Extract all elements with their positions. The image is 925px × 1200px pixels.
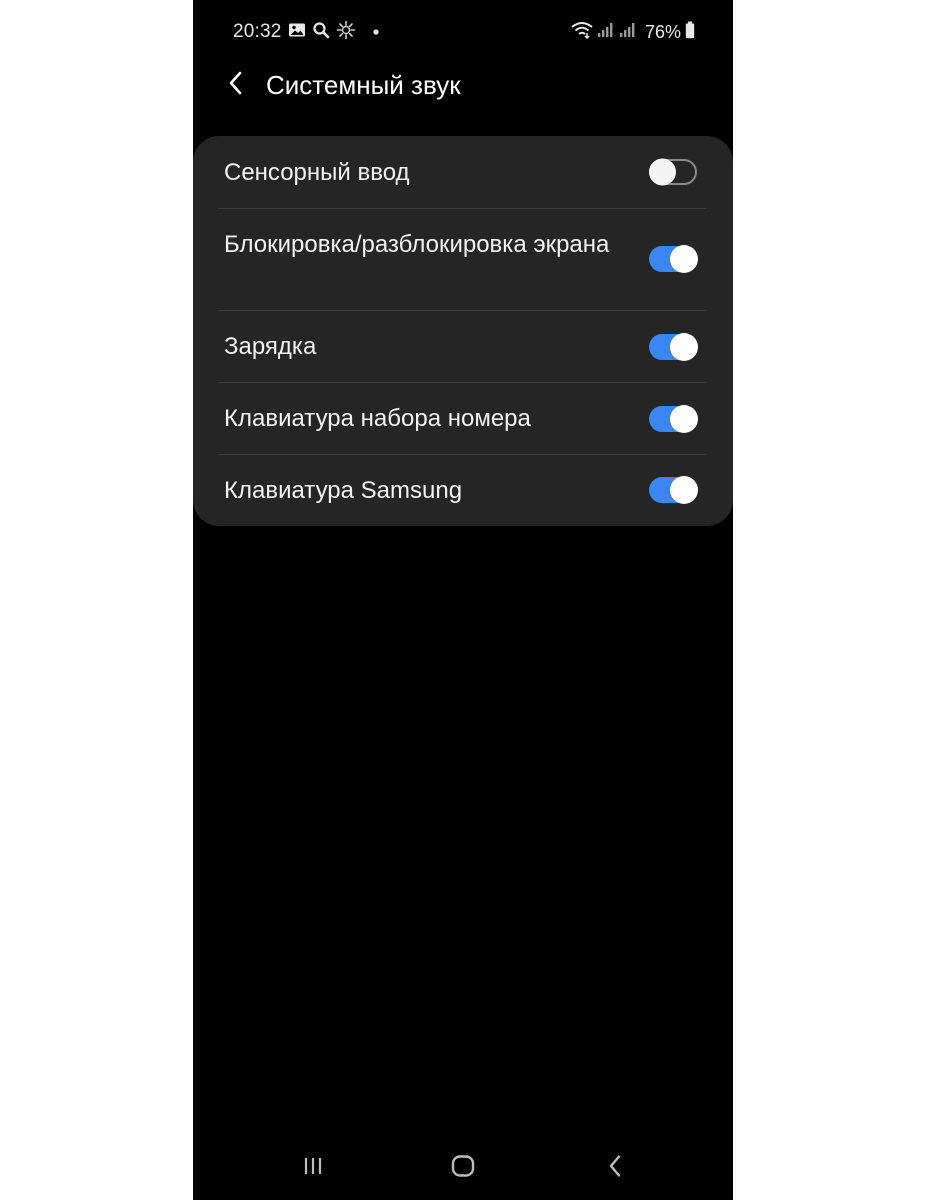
toggle-knob [670, 245, 698, 273]
toggle-switch[interactable] [649, 333, 698, 361]
setting-label: Клавиатура набора номера [224, 405, 531, 432]
status-left: 20:32 [233, 20, 380, 44]
toggle-switch[interactable] [649, 405, 698, 433]
back-button[interactable] [219, 68, 253, 102]
wifi-icon [571, 21, 593, 44]
setting-row-dialing-keypad[interactable]: Клавиатура набора номера [193, 383, 733, 454]
toggle-knob [670, 405, 698, 433]
dot-icon [372, 23, 380, 41]
toggle-knob [670, 333, 698, 361]
phone-screen: 20:32 76% Системный звук Сенсорный ввод … [193, 0, 733, 1200]
toggle-switch[interactable] [649, 245, 698, 273]
chevron-left-icon [228, 70, 244, 101]
home-button[interactable] [443, 1152, 483, 1184]
setting-row-touch-input[interactable]: Сенсорный ввод [193, 136, 733, 208]
signal-icon [597, 22, 615, 43]
settings-card: Сенсорный ввод Блокировка/разблокировка … [193, 136, 733, 526]
status-right: 76% [571, 20, 695, 44]
setting-label: Клавиатура Samsung [224, 477, 463, 504]
status-time: 20:32 [233, 21, 282, 42]
app-bar: Системный звук [193, 60, 733, 110]
back-icon [607, 1154, 623, 1183]
page-title: Системный звук [266, 70, 461, 100]
battery-icon [685, 21, 695, 44]
toggle-knob [670, 476, 698, 504]
status-bar: 20:32 76% [193, 0, 733, 62]
toggle-switch[interactable] [649, 158, 697, 186]
setting-row-lock-unlock[interactable]: Блокировка/разблокировка экрана [193, 209, 733, 310]
setting-label: Сенсорный ввод [224, 159, 410, 186]
image-icon [288, 22, 306, 43]
battery-percent: 76% [644, 21, 681, 42]
sync-icon [336, 20, 356, 45]
setting-label: Блокировка/разблокировка экрана [224, 231, 610, 258]
recent-apps-button[interactable] [293, 1152, 333, 1184]
navigation-bar [193, 1140, 733, 1200]
setting-row-charging[interactable]: Зарядка [193, 311, 733, 382]
toggle-switch[interactable] [649, 476, 698, 504]
setting-row-samsung-keyboard[interactable]: Клавиатура Samsung [193, 455, 733, 526]
nav-back-button[interactable] [595, 1152, 635, 1184]
search-icon [312, 21, 330, 44]
recent-apps-icon [302, 1156, 324, 1181]
setting-label: Зарядка [224, 333, 317, 360]
toggle-knob [649, 158, 676, 186]
signal-icon [619, 22, 637, 43]
home-icon [450, 1154, 476, 1183]
